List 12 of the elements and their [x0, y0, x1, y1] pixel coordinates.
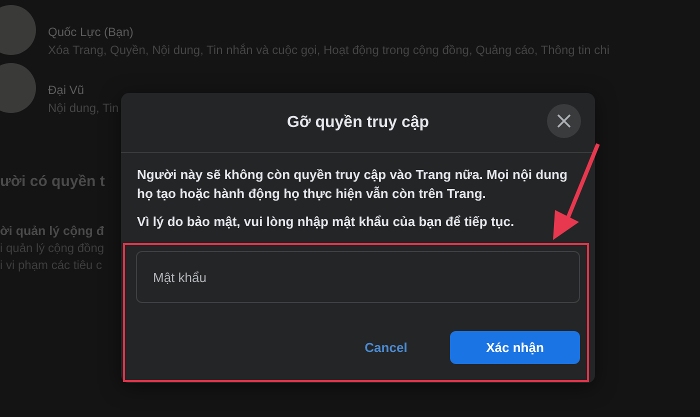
close-button[interactable]	[547, 104, 581, 138]
person-name: Đại Vũ	[48, 83, 86, 97]
confirm-button[interactable]: Xác nhận	[450, 331, 580, 364]
dialog-title: Gỡ quyền truy cập	[286, 114, 430, 132]
person-name: Quốc Lực (Bạn)	[48, 25, 134, 39]
dialog-text: Vì lý do bảo mật, vui lòng nhập mật khẩu của bạn để tiếp tục.	[137, 213, 516, 231]
close-icon	[557, 114, 571, 128]
dialog-text: Người này sẽ không còn quyền truy cập vào Trang nữa. Mọi nội dung họ tạo hoặc hành động họ thực hiện vẫn còn trên Trang.	[137, 166, 568, 203]
cancel-button[interactable]: Cancel	[336, 331, 436, 364]
avatar	[0, 5, 36, 55]
avatar	[0, 63, 36, 113]
password-field[interactable]: Mật khẩu	[136, 251, 580, 303]
